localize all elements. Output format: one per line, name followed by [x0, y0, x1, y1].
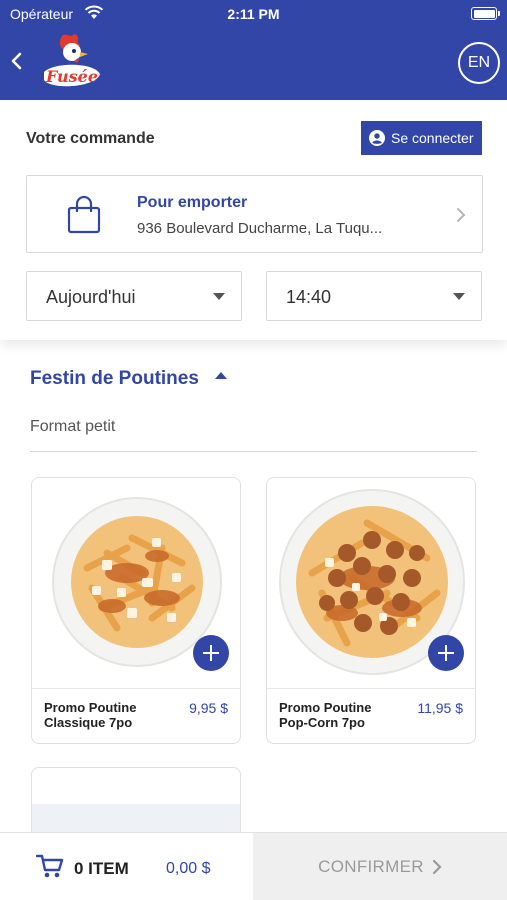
status-time: 2:11 PM [227, 6, 280, 22]
cart-total: 0,00 $ [166, 860, 211, 877]
product-name: Promo Poutine Pop-Corn 7po [279, 700, 372, 730]
subcategory-label: Format petit [30, 418, 116, 435]
category-title[interactable]: Festin de Poutines [30, 368, 199, 390]
confirm-label: CONFIRMER [318, 857, 424, 876]
battery-icon [471, 7, 500, 20]
sign-in-button[interactable]: Se connecter [361, 121, 482, 155]
sign-in-label: Se connecter [391, 130, 474, 146]
order-title: Votre commande [26, 130, 155, 147]
pickup-address: 936 Boulevard Ducharme, La Tuqu... [137, 220, 383, 237]
dropdown-caret-icon [213, 293, 225, 300]
dropdown-caret-icon [453, 293, 465, 300]
cart-bar: 0 ITEM 0,00 $ CONFIRMER [0, 832, 507, 900]
user-icon [369, 130, 385, 146]
order-panel: Votre commande Se connecter Pour emporte… [0, 100, 507, 340]
card-divider [267, 688, 475, 689]
card-divider [32, 688, 240, 689]
chevron-right-icon [457, 208, 466, 222]
collapse-caret-icon[interactable] [215, 372, 227, 379]
product-price: 11,95 $ [417, 700, 463, 716]
pickup-mode: Pour emporter [137, 194, 248, 211]
back-chevron-icon[interactable] [8, 50, 26, 72]
time-select-value: 14:40 [286, 287, 332, 307]
chevron-right-icon [432, 859, 442, 875]
day-select[interactable]: Aujourd'hui [26, 271, 242, 321]
cart-item-count: 0 ITEM [74, 859, 129, 878]
language-label: EN [467, 54, 491, 71]
product-name: Promo Poutine Classique 7po [44, 700, 137, 730]
fusee-logo: Fusée [44, 34, 100, 87]
shopping-cart-icon[interactable] [36, 853, 64, 879]
add-to-cart-button[interactable] [428, 635, 464, 671]
product-card[interactable]: Promo Poutine Pop-Corn 7po 11,95 $ [266, 477, 476, 744]
shopping-bag-icon [67, 196, 101, 234]
logo-wordmark: Fusée [45, 67, 98, 86]
add-to-cart-button[interactable] [193, 635, 229, 671]
divider [30, 451, 477, 452]
time-select[interactable]: 14:40 [266, 271, 482, 321]
product-price: 9,95 $ [189, 700, 228, 716]
confirm-button[interactable]: CONFIRMER [253, 833, 507, 900]
status-bar: Opérateur 2:11 PM [0, 0, 507, 28]
app-header: Opérateur 2:11 PM Fusée EN [0, 0, 507, 100]
day-select-value: Aujourd'hui [46, 287, 136, 307]
product-card[interactable]: Promo Poutine Classique 7po 9,95 $ [31, 477, 241, 744]
language-button[interactable]: EN [458, 42, 500, 84]
pickup-selector[interactable]: Pour emporter 936 Boulevard Ducharme, La… [26, 175, 483, 253]
